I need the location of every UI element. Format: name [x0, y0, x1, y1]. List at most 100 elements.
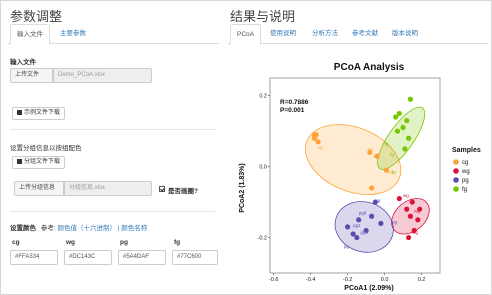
parameter-tabs: 输入文件 主要参数 [8, 24, 219, 45]
point-label: wg [412, 230, 418, 235]
color-label-pg: pg [120, 239, 128, 246]
point-label: pg6 [359, 211, 367, 216]
data-point-wg [415, 217, 421, 223]
data-point-wg [404, 206, 410, 212]
pcoa-chart: PCoA Analysis cg cgcgcgwgwgwgpgpg1pg6pg5p… [239, 62, 481, 292]
y-tick-label: -0.2 [258, 236, 267, 242]
color-label-cg: cg [12, 239, 20, 246]
stat-p: P=0.001 [280, 107, 305, 114]
results-panel: 结果与说明 PCoA 使用说明 分析方法 参考文献 版本说明 PCoA Anal… [226, 0, 492, 295]
group-download-label: 分组文件下载 [24, 159, 61, 165]
point-label: wg [403, 193, 409, 198]
color-input-fg[interactable]: #77C600 [172, 250, 218, 265]
tab-references[interactable]: 参考文献 [346, 24, 384, 44]
color-section-heading: 设置颜色 参考: 颜色值（十六进制） | 颜色名称 [10, 222, 147, 232]
legend-swatch-pg [453, 177, 459, 183]
tab-version[interactable]: 版本说明 [386, 24, 424, 44]
data-point-fg [404, 117, 410, 124]
data-point-fg [405, 135, 412, 141]
y-axis-title: PCoA2 (1.83%) [239, 163, 246, 212]
y-tick-label: 0.0 [259, 165, 267, 171]
data-point-fg [394, 128, 401, 134]
data-point-cg [369, 185, 375, 191]
chart-title: PCoA Analysis [334, 62, 405, 73]
point-label: fg [385, 141, 389, 146]
point-label: cg [368, 147, 373, 152]
example-download-label: 示例文件下载 [24, 110, 61, 116]
tab-pcoa[interactable]: PCoA [230, 24, 261, 45]
data-point-fg [407, 96, 414, 102]
draw-circle-label: 是否画圈? [168, 188, 198, 195]
point-label: pg1 [353, 223, 361, 228]
color-input-wg[interactable]: #DC143C [64, 250, 112, 265]
color-input-cg[interactable]: #FFA334 [10, 250, 58, 265]
data-point-wg [405, 234, 412, 241]
stat-r: R=0.7886 [280, 99, 309, 106]
x-axis-title: PCoA1 (2.09%) [344, 285, 393, 292]
tab-main-params[interactable]: 主要参数 [54, 24, 92, 44]
data-point-wg [407, 213, 414, 219]
hex-color-link[interactable]: 颜色值（十六进制） [57, 225, 116, 232]
point-label: fg [392, 170, 396, 175]
legend-swatch-fg [453, 186, 459, 192]
point-label: cg [318, 145, 323, 150]
download-icon [17, 109, 22, 115]
color-name-link[interactable]: 颜色名称 [121, 225, 147, 232]
upload-group-button[interactable]: 上传分组信息 [14, 181, 64, 196]
data-point-fg [396, 110, 402, 117]
color-label-wg: wg [66, 239, 76, 246]
point-label: pg [392, 219, 398, 224]
point-label: fg [390, 152, 394, 157]
point-label: pg [375, 198, 381, 203]
y-tick-label: 0.2 [259, 94, 267, 100]
tab-usage[interactable]: 使用说明 [264, 24, 302, 44]
tab-input-file[interactable]: 输入文件 [10, 24, 50, 45]
point-label: wg [414, 209, 420, 214]
color-heading-text: 设置颜色 [10, 225, 36, 232]
input-file-heading: 输入文件 [10, 59, 36, 66]
data-point-wg [396, 195, 402, 202]
point-label: pg [344, 244, 350, 249]
legend-swatch-wg [453, 168, 459, 174]
point-label: fg [401, 124, 405, 129]
data-point-pg [354, 234, 360, 241]
download-icon [17, 158, 22, 164]
data-point-fg [402, 146, 408, 152]
x-tick-label: -0.4 [306, 277, 315, 283]
results-panel-title: 结果与说明 [230, 9, 296, 24]
color-label-fg: fg [174, 239, 181, 246]
legend-label-fg: fg [462, 187, 467, 193]
point-label: pg5 [361, 230, 369, 235]
file-name-field[interactable]: Demo_PCoA.xlsx [53, 68, 152, 83]
legend-label-pg: pg [462, 178, 469, 184]
data-point-cg [311, 132, 317, 138]
x-tick-label: -0.6 [269, 277, 278, 283]
group-file-field[interactable]: 分组信息.xlsx [64, 181, 152, 196]
data-point-pg [345, 224, 351, 230]
x-tick-label: 0.0 [381, 277, 389, 283]
parameter-panel-title: 参数调整 [10, 9, 63, 24]
example-download-button[interactable]: 示例文件下载 [12, 107, 66, 120]
data-point-pg [356, 217, 362, 223]
tab-method[interactable]: 分析方法 [306, 24, 344, 44]
color-input-pg[interactable]: #5A4DAF [118, 250, 166, 265]
point-label: cg [373, 154, 378, 159]
group-download-button[interactable]: 分组文件下载 [12, 156, 66, 169]
draw-circle-checkbox[interactable] [159, 186, 165, 192]
data-point-pg [378, 220, 384, 226]
data-point-pg [369, 213, 375, 219]
results-tabs: PCoA 使用说明 分析方法 参考文献 版本说明 [228, 24, 488, 45]
ref-separator: | [117, 225, 120, 232]
legend-swatch-cg [453, 159, 459, 165]
x-tick-label: -0.2 [343, 277, 352, 283]
legend-title: Samples [452, 147, 481, 154]
legend-label-wg: wg [461, 169, 470, 175]
x-tick-label: 0.2 [418, 277, 426, 283]
legend-label-cg: cg [462, 160, 468, 166]
data-point-cg [315, 139, 321, 145]
ref-label: 参考: [40, 225, 56, 232]
upload-file-button[interactable]: 上传文件 [10, 68, 53, 83]
data-point-wg [409, 199, 415, 205]
group-section-heading: 设置分组信息以按组配色 [10, 145, 82, 152]
divider [10, 129, 215, 130]
